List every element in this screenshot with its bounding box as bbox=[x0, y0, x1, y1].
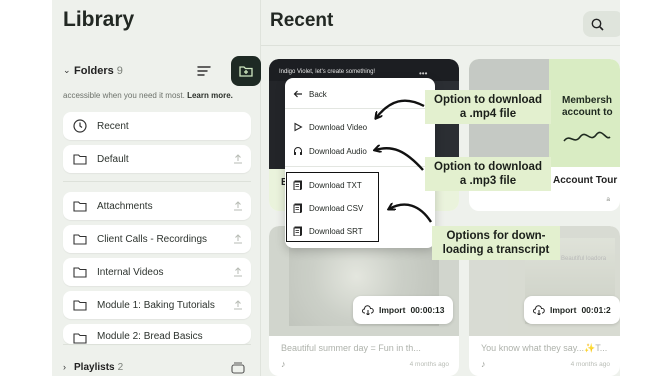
card-date: 4 months ago bbox=[570, 361, 610, 368]
sidebar-item-default[interactable]: Default bbox=[63, 145, 251, 173]
import-label: Import bbox=[379, 305, 406, 315]
thumbnail-header-text: Indigo Violet, let's create something! bbox=[279, 69, 376, 75]
folders-header[interactable]: ⌄ Folders 9 bbox=[63, 56, 261, 86]
folder-icon bbox=[73, 333, 87, 344]
playlists-label: Playlists 2 bbox=[74, 362, 124, 373]
folder-icon bbox=[73, 300, 87, 311]
sidebar-item-label: Module 1: Baking Tutorials bbox=[97, 299, 215, 311]
folder-icon bbox=[73, 154, 87, 165]
playlist-add-icon[interactable] bbox=[231, 362, 245, 374]
playlists-count: 2 bbox=[117, 362, 124, 373]
sidebar-item-label: Module 2: Bread Basics bbox=[97, 331, 203, 342]
new-folder-button[interactable] bbox=[231, 56, 261, 86]
upload-icon[interactable] bbox=[233, 201, 243, 211]
chevron-down-icon[interactable]: ⌄ bbox=[63, 65, 71, 76]
menu-divider bbox=[285, 108, 435, 109]
cloud-download-icon bbox=[362, 305, 374, 315]
folders-label: Folders 9 bbox=[74, 65, 123, 77]
search-button[interactable] bbox=[583, 11, 620, 37]
folder-icon bbox=[73, 267, 87, 278]
folders-count: 9 bbox=[116, 65, 123, 77]
arrow-left-icon bbox=[293, 90, 302, 98]
chevron-right-icon[interactable]: › bbox=[63, 362, 66, 372]
upload-icon[interactable] bbox=[233, 234, 243, 244]
transcript-highlight-box bbox=[286, 172, 379, 242]
playlists-header[interactable]: › Playlists 2 bbox=[63, 362, 251, 376]
import-button[interactable]: Import 00:00:13 bbox=[353, 296, 454, 324]
squiggle-decoration bbox=[563, 131, 611, 142]
sidebar-item-recent[interactable]: Recent bbox=[63, 112, 251, 140]
folder-icon bbox=[73, 234, 87, 245]
card-date: 4 months ago bbox=[409, 361, 449, 368]
upload-icon[interactable] bbox=[233, 154, 243, 164]
upload-icon[interactable] bbox=[233, 300, 243, 310]
video-duration: 00:00:13 bbox=[410, 305, 445, 315]
sidebar: Library ⌄ Folders 9 accessible when you n… bbox=[52, 0, 261, 376]
download-audio-item[interactable]: Download Audio bbox=[293, 143, 367, 159]
clock-icon bbox=[73, 119, 87, 133]
library-title: Library bbox=[63, 8, 135, 31]
sidebar-item-attachments[interactable]: Attachments bbox=[63, 192, 251, 220]
back-label: Back bbox=[309, 89, 327, 99]
sidebar-item-client-calls[interactable]: Client Calls - Recordings bbox=[63, 225, 251, 253]
folder-plus-icon bbox=[239, 66, 253, 77]
sidebar-item-label: Attachments bbox=[97, 200, 153, 212]
thumbnail-overlay-text: Beautiful loadora bbox=[561, 256, 607, 262]
sidebar-divider bbox=[63, 181, 251, 182]
tiktok-icon: ♪ bbox=[481, 359, 486, 369]
sidebar-item-label: Internal Videos bbox=[97, 266, 164, 278]
menu-item-label: Download Video bbox=[309, 122, 368, 132]
cloud-download-icon bbox=[533, 305, 545, 315]
sidebar-item-module-2[interactable]: Module 2: Bread Basics bbox=[63, 324, 251, 344]
card-title: You know what they say...✨T... bbox=[481, 343, 608, 353]
card-title: Account Tour bbox=[553, 175, 618, 186]
slide-title: Membersh account to bbox=[562, 95, 613, 118]
sidebar-item-label: Client Calls - Recordings bbox=[97, 233, 208, 245]
menu-divider bbox=[285, 166, 435, 167]
storage-info-text: accessible when you need it most. Learn … bbox=[63, 91, 233, 100]
tiktok-icon: ♪ bbox=[281, 359, 286, 369]
card-date: a bbox=[606, 196, 610, 203]
menu-item-label: Download Audio bbox=[309, 146, 367, 156]
back-menu-item[interactable]: Back bbox=[293, 86, 327, 102]
sort-icon[interactable] bbox=[197, 65, 211, 77]
folder-icon bbox=[73, 201, 87, 212]
sidebar-divider bbox=[63, 344, 251, 345]
video-duration: 00:01:2 bbox=[581, 305, 611, 315]
import-button[interactable]: Import 00:01:2 bbox=[524, 296, 620, 324]
transcript-callout: Options for down-loading a transcript bbox=[432, 226, 560, 260]
sidebar-item-label: Default bbox=[97, 153, 129, 165]
headphones-icon bbox=[294, 147, 302, 155]
learn-more-link[interactable]: Learn more. bbox=[187, 91, 233, 100]
download-video-item[interactable]: Download Video bbox=[293, 119, 367, 135]
header-divider bbox=[261, 45, 620, 46]
mp3-callout: Option to download a .mp3 file bbox=[425, 157, 551, 191]
import-label: Import bbox=[550, 305, 577, 315]
mp4-callout: Option to download a .mp4 file bbox=[425, 90, 551, 124]
play-icon bbox=[294, 122, 303, 132]
sidebar-item-internal-videos[interactable]: Internal Videos bbox=[63, 258, 251, 286]
card-title: Beautiful summer day = Fun in th... bbox=[281, 343, 421, 353]
video-card[interactable]: Import 00:00:13 Beautiful summer day = F… bbox=[269, 226, 459, 376]
sidebar-item-label: Recent bbox=[97, 120, 129, 132]
more-icon[interactable]: ••• bbox=[419, 69, 427, 78]
upload-icon[interactable] bbox=[233, 267, 243, 277]
page-title: Recent bbox=[270, 10, 334, 31]
search-icon bbox=[591, 18, 604, 31]
sidebar-item-module-1[interactable]: Module 1: Baking Tutorials bbox=[63, 291, 251, 319]
